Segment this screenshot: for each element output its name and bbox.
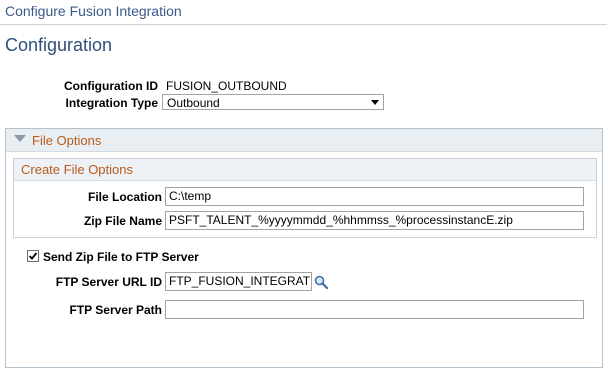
checkmark-icon (28, 252, 38, 260)
chevron-down-icon (371, 100, 379, 105)
integration-type-value: Outbound (167, 96, 220, 110)
file-options-title[interactable]: File Options (32, 133, 101, 148)
page-header-bar: Configure Fusion Integration (0, 0, 607, 25)
send-zip-checkbox[interactable] (27, 250, 39, 262)
ftp-url-id-input[interactable]: FTP_FUSION_INTEGRATION (165, 272, 312, 291)
file-location-label: File Location (87, 190, 162, 204)
zip-file-name-input[interactable]: PSFT_TALENT_%yyyymmdd_%hhmmss_%processin… (165, 211, 584, 230)
ftp-path-input[interactable] (165, 300, 584, 319)
file-location-input[interactable]: C:\temp (165, 187, 584, 206)
page-title: Configuration (5, 35, 113, 55)
zip-file-name-label: Zip File Name (83, 214, 162, 228)
create-file-options-title: Create File Options (21, 162, 133, 177)
integration-type-label: Integration Type (65, 96, 158, 110)
config-id-label: Configuration ID (64, 79, 158, 93)
integration-type-select[interactable]: Outbound (162, 94, 384, 110)
config-id-value: FUSION_OUTBOUND (166, 79, 287, 93)
magnifier-icon[interactable] (314, 275, 329, 292)
header-title: Configure Fusion Integration (5, 3, 182, 19)
file-options-header[interactable]: File Options (6, 129, 602, 152)
triangle-down-icon[interactable] (14, 135, 26, 142)
ftp-path-label: FTP Server Path (69, 303, 162, 317)
send-zip-label[interactable]: Send Zip File to FTP Server (43, 250, 199, 264)
ftp-url-id-label: FTP Server URL ID (55, 275, 162, 289)
create-file-options-header: Create File Options (14, 159, 596, 181)
